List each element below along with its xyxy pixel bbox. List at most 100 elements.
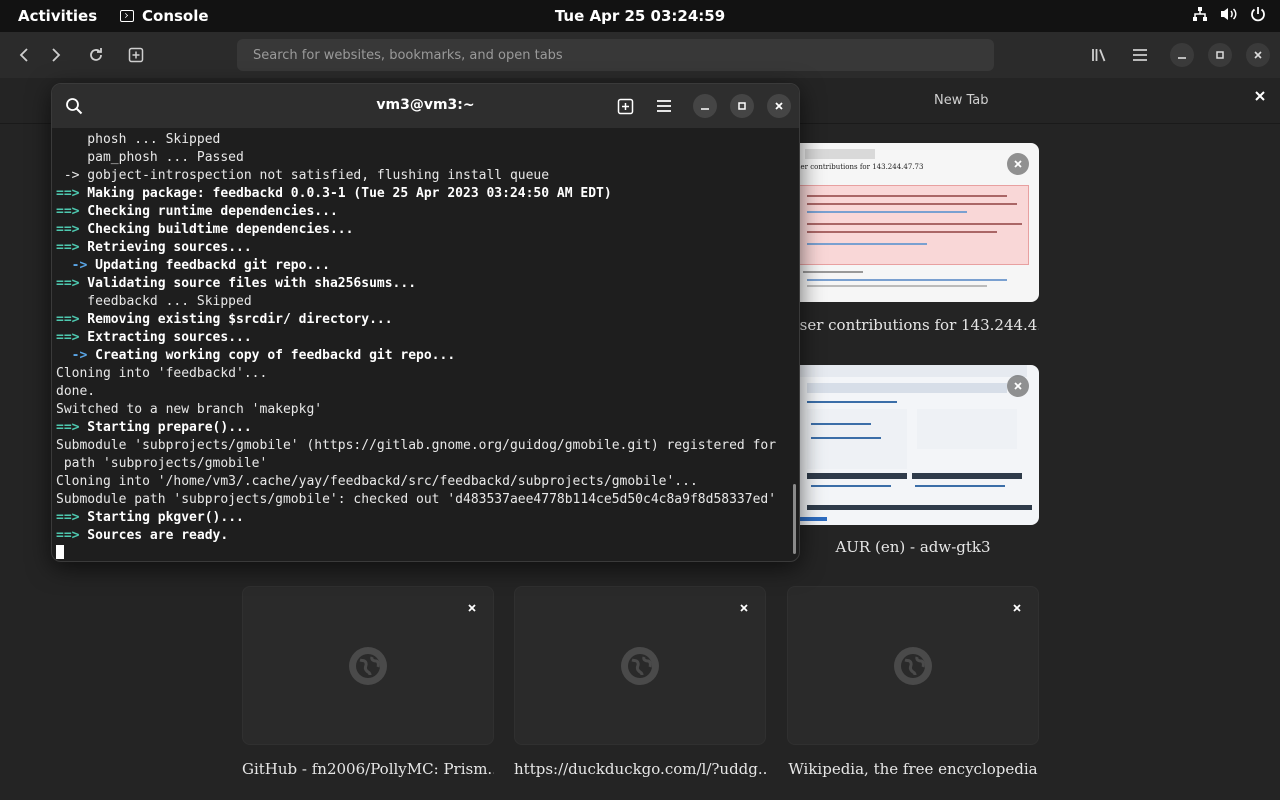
gnome-top-bar: Activities Console Tue Apr 25 03:24:59 [0, 0, 1280, 32]
terminal-line-prefix: ==> [56, 222, 80, 237]
terminal-line-prefix: ==> [56, 186, 80, 201]
bookmarks-button[interactable] [1091, 44, 1109, 66]
remove-tile-button[interactable] [1007, 153, 1029, 175]
system-tray[interactable] [1192, 6, 1266, 22]
terminal-line-text: Starting prepare()... [79, 420, 252, 435]
thumb-title: User contributions for 143.244.47.73 [791, 163, 924, 171]
most-visited-tile[interactable] [242, 586, 494, 745]
terminal-line-text: Starting pkgver()... [79, 510, 244, 525]
tile-caption[interactable]: https://duckduckgo.com/l/?uddg... [514, 760, 766, 778]
remove-tile-button[interactable] [733, 597, 755, 619]
console-close-button[interactable] [767, 94, 791, 118]
terminal-line-text: Submodule path 'subprojects/gmobile': ch… [56, 492, 777, 507]
main-menu-button[interactable] [1131, 44, 1149, 66]
maximize-icon [738, 102, 746, 110]
minimize-icon [701, 108, 709, 110]
globe-icon [349, 646, 387, 685]
tab-new-tab[interactable]: New Tab [934, 93, 989, 108]
terminal-line: Switched to a new branch 'makepkg' [56, 401, 792, 419]
console-new-tab-button[interactable] [613, 94, 637, 118]
terminal-line-text: done. [56, 384, 96, 399]
most-visited-tile[interactable]: User contributions for 143.244.47.73 [787, 143, 1039, 302]
terminal-line-prefix: ==> [56, 312, 80, 327]
terminal-line: ==> Retrieving sources... [56, 239, 792, 257]
search-icon [66, 98, 83, 115]
console-menu-button[interactable] [652, 94, 676, 118]
console-minimize-button[interactable] [693, 94, 717, 118]
terminal-line: ==> Removing existing $srcdir/ directory… [56, 311, 792, 329]
network-icon[interactable] [1192, 6, 1208, 22]
close-icon [1013, 604, 1021, 612]
close-icon [1014, 382, 1022, 390]
terminal-line-text: Cloning into '/home/vm3/.cache/yay/feedb… [56, 474, 698, 489]
tile-caption[interactable]: AUR (en) - adw-gtk3 [787, 538, 1039, 556]
tile-caption[interactable]: Wikipedia, the free encyclopedia [787, 760, 1039, 778]
terminal-line-prefix: ==> [56, 528, 80, 543]
terminal-line: done. [56, 383, 792, 401]
most-visited-tile[interactable] [514, 586, 766, 745]
terminal-line: ==> Checking buildtime dependencies... [56, 221, 792, 239]
tab-close-button[interactable] [1252, 90, 1268, 106]
hamburger-menu-icon [657, 100, 671, 112]
forward-button[interactable] [45, 44, 67, 66]
close-icon [468, 604, 476, 612]
console-header-bar[interactable]: vm3@vm3:~ [52, 84, 799, 128]
power-icon[interactable] [1250, 6, 1266, 22]
new-tab-icon [617, 98, 633, 114]
close-icon [1255, 91, 1265, 101]
browser-maximize-button[interactable] [1208, 43, 1232, 67]
chevron-right-icon [52, 48, 61, 62]
app-menu-button[interactable]: Console [120, 7, 209, 25]
remove-tile-button[interactable] [1006, 597, 1028, 619]
maximize-icon [1216, 51, 1224, 59]
volume-icon[interactable] [1220, 6, 1238, 22]
globe-icon [621, 646, 659, 685]
back-button[interactable] [13, 44, 35, 66]
terminal-line-text: Updating feedbackd git repo... [87, 258, 330, 273]
new-tab-icon [128, 47, 144, 63]
terminal-line-text: Checking buildtime dependencies... [79, 222, 354, 237]
console-title: vm3@vm3:~ [376, 97, 475, 113]
terminal-line: ==> Validating source files with sha256s… [56, 275, 792, 293]
tile-caption[interactable]: GitHub - fn2006/PollyMC: Prism... [242, 760, 494, 778]
terminal-line: ==> Making package: feedbackd 0.0.3-1 (T… [56, 185, 792, 203]
terminal-line-prefix: ==> [56, 330, 80, 345]
terminal-line: ==> Checking runtime dependencies... [56, 203, 792, 221]
terminal-line-prefix: ==> [56, 204, 80, 219]
terminal-icon [120, 10, 134, 22]
browser-close-button[interactable] [1246, 43, 1270, 67]
terminal-line-text: pam_phosh ... Passed [56, 150, 244, 165]
activities-button[interactable]: Activities [18, 7, 97, 25]
terminal-line-text: Validating source files with sha256sums.… [79, 276, 417, 291]
reload-button[interactable] [85, 44, 107, 66]
thumb-header [805, 149, 875, 159]
most-visited-tile[interactable] [787, 365, 1039, 525]
most-visited-tile[interactable] [787, 586, 1039, 745]
terminal-line-text: phosh ... Skipped [56, 132, 221, 147]
terminal-line-text: Retrieving sources... [79, 240, 252, 255]
terminal-line: Submodule 'subprojects/gmobile' (https:/… [56, 437, 792, 455]
terminal-scrollbar[interactable] [793, 484, 796, 554]
browser-minimize-button[interactable] [1170, 43, 1194, 67]
console-maximize-button[interactable] [730, 94, 754, 118]
terminal-line-text: Removing existing $srcdir/ directory... [79, 312, 393, 327]
terminal-line-text: Checking runtime dependencies... [79, 204, 338, 219]
chevron-left-icon [19, 48, 28, 62]
address-input[interactable] [251, 46, 980, 64]
remove-tile-button[interactable] [461, 597, 483, 619]
thumb-warning-box [787, 185, 1029, 265]
reload-icon [90, 48, 102, 61]
terminal-line: Submodule path 'subprojects/gmobile': ch… [56, 491, 792, 509]
console-window[interactable]: vm3@vm3:~ phosh ... Skipped pam_phosh ..… [51, 83, 800, 562]
close-icon [775, 102, 783, 110]
url-bar[interactable] [237, 39, 994, 71]
terminal-line-text: -> gobject-introspection not satisfied, … [56, 168, 550, 183]
terminal-line: -> Updating feedbackd git repo... [56, 257, 792, 275]
new-tab-button[interactable] [125, 44, 147, 66]
terminal-line-text: Making package: feedbackd 0.0.3-1 (Tue 2… [79, 186, 612, 201]
remove-tile-button[interactable] [1007, 375, 1029, 397]
console-search-button[interactable] [62, 94, 86, 118]
terminal-output[interactable]: phosh ... Skipped pam_phosh ... Passed -… [56, 131, 792, 559]
terminal-line-text: Switched to a new branch 'makepkg' [56, 402, 323, 417]
tile-caption[interactable]: User contributions for 143.244.4... [787, 316, 1039, 334]
